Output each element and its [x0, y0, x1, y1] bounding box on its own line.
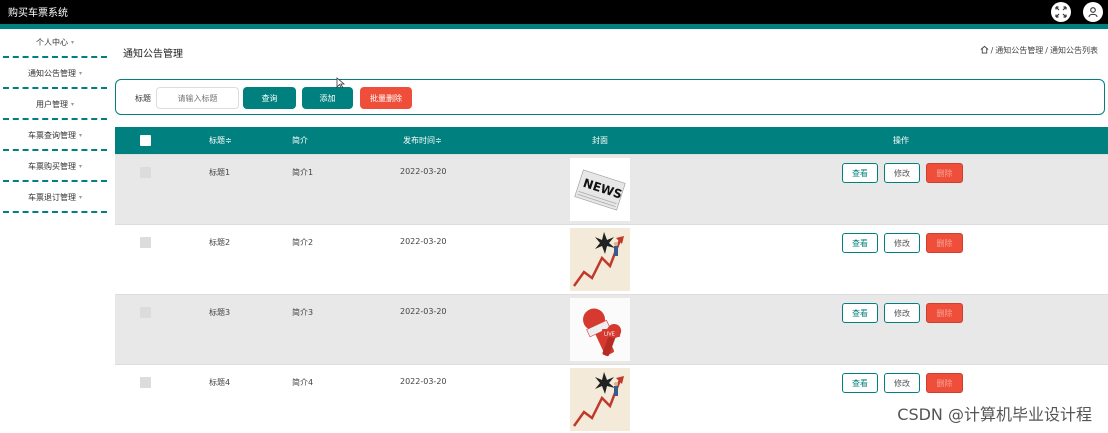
- cell-publish-date: 2022-03-20: [400, 167, 447, 176]
- title-filter-label: 标题: [135, 94, 151, 103]
- main-content: 通知公告管理 / 通知公告管理 / 通知公告列表 标题 查询 添加 批量删除 标…: [112, 29, 1108, 433]
- top-bar: 购买车票系统: [0, 0, 1108, 24]
- table-row: 标题3 简介3 2022-03-20 LIVE 查看 修改 删除: [115, 294, 1108, 364]
- sidebar-item-label: 用户管理: [35, 100, 68, 109]
- chevron-down-icon: ▾: [70, 39, 74, 46]
- breadcrumb-separator: /: [1045, 46, 1048, 55]
- row-checkbox[interactable]: [140, 237, 151, 248]
- column-header-title[interactable]: 标题≑: [209, 135, 232, 146]
- chevron-down-icon: ▾: [78, 132, 82, 139]
- table-row: 标题1 简介1 2022-03-20 NEWS 查看 修改 删除: [115, 154, 1108, 224]
- breadcrumb-item: 通知公告列表: [1050, 46, 1098, 55]
- cell-publish-date: 2022-03-20: [400, 377, 447, 386]
- app-title: 购买车票系统: [8, 8, 68, 19]
- sidebar-item-notice-management[interactable]: 通知公告管理 ▾: [3, 60, 107, 89]
- edit-button[interactable]: 修改: [884, 233, 920, 253]
- sidebar-item-ticket-query-management[interactable]: 车票查询管理 ▾: [3, 122, 107, 151]
- cell-intro: 简介4: [292, 378, 314, 387]
- cell-title: 标题2: [209, 238, 231, 247]
- edit-button[interactable]: 修改: [884, 163, 920, 183]
- user-avatar-icon[interactable]: [1083, 2, 1103, 22]
- view-button[interactable]: 查看: [842, 303, 878, 323]
- rising-arrow-chart-image: [570, 228, 630, 291]
- delete-button[interactable]: 删除: [926, 373, 963, 393]
- view-button[interactable]: 查看: [842, 373, 878, 393]
- cell-title: 标题1: [209, 168, 231, 177]
- title-search-input[interactable]: [156, 87, 239, 109]
- chevron-down-icon: ▾: [78, 194, 82, 201]
- news-newspaper-image: NEWS: [570, 158, 630, 221]
- sidebar-item-personal-center[interactable]: 个人中心 ▾: [3, 29, 107, 58]
- delete-button[interactable]: 删除: [926, 303, 963, 323]
- breadcrumb: / 通知公告管理 / 通知公告列表: [980, 45, 1098, 56]
- edit-button[interactable]: 修改: [884, 303, 920, 323]
- cell-title: 标题4: [209, 378, 231, 387]
- search-panel: 标题 查询 添加 批量删除: [115, 79, 1105, 115]
- chevron-down-icon: ▾: [78, 70, 82, 77]
- row-checkbox[interactable]: [140, 377, 151, 388]
- svg-text:LIVE: LIVE: [604, 332, 615, 338]
- column-header-intro: 简介: [292, 136, 308, 145]
- batch-delete-button[interactable]: 批量删除: [360, 87, 412, 109]
- sidebar-item-label: 车票购买管理: [27, 162, 76, 171]
- select-all-checkbox[interactable]: [140, 135, 151, 146]
- mouse-cursor-icon: [336, 77, 346, 89]
- column-header-publish-time[interactable]: 发布时间≑: [403, 135, 442, 146]
- home-icon[interactable]: [980, 45, 989, 56]
- delete-button[interactable]: 删除: [926, 233, 963, 253]
- sidebar-item-label: 车票查询管理: [27, 131, 76, 140]
- cell-title: 标题3: [209, 308, 231, 317]
- table-row: 标题2 简介2 2022-03-20 查看 修改 删除: [115, 224, 1108, 294]
- delete-button[interactable]: 删除: [926, 163, 963, 183]
- add-button[interactable]: 添加: [302, 87, 353, 109]
- edit-button[interactable]: 修改: [884, 373, 920, 393]
- sidebar-item-ticket-purchase-management[interactable]: 车票购买管理 ▾: [3, 153, 107, 182]
- row-checkbox[interactable]: [140, 167, 151, 178]
- sidebar-item-label: 个人中心: [35, 38, 68, 47]
- breadcrumb-separator: /: [990, 46, 994, 55]
- sidebar-item-user-management[interactable]: 用户管理 ▾: [3, 91, 107, 120]
- fullscreen-icon[interactable]: [1051, 2, 1071, 22]
- chevron-down-icon: ▾: [70, 101, 74, 108]
- query-button[interactable]: 查询: [243, 87, 296, 109]
- live-microphone-image: LIVE: [570, 298, 630, 361]
- table-header: 标题≑ 简介 发布时间≑ 封面 操作: [115, 127, 1108, 154]
- notice-table: 标题≑ 简介 发布时间≑ 封面 操作 标题1 简介1 2022-03-20 NE…: [115, 127, 1108, 433]
- sidebar-item-label: 通知公告管理: [27, 69, 76, 78]
- column-header-cover: 封面: [592, 136, 608, 145]
- cell-intro: 简介3: [292, 308, 314, 317]
- breadcrumb-item[interactable]: 通知公告管理: [995, 45, 1043, 56]
- view-button[interactable]: 查看: [842, 163, 878, 183]
- cell-intro: 简介1: [292, 168, 314, 177]
- sidebar-item-ticket-refund-management[interactable]: 车票退订管理 ▾: [3, 184, 107, 213]
- page-title: 通知公告管理: [123, 49, 183, 60]
- column-header-actions: 操作: [893, 136, 909, 145]
- cell-publish-date: 2022-03-20: [400, 307, 447, 316]
- watermark: CSDN @计算机毕业设计程: [897, 405, 1092, 424]
- chevron-down-icon: ▾: [78, 163, 82, 170]
- sidebar: 个人中心 ▾ 通知公告管理 ▾ 用户管理 ▾ 车票查询管理 ▾ 车票购买管理 ▾ 车票退订…: [0, 29, 112, 433]
- cell-publish-date: 2022-03-20: [400, 237, 447, 246]
- view-button[interactable]: 查看: [842, 233, 878, 253]
- cell-intro: 简介2: [292, 238, 314, 247]
- sidebar-item-label: 车票退订管理: [27, 193, 76, 202]
- rising-arrow-chart-image: [570, 368, 630, 431]
- row-checkbox[interactable]: [140, 307, 151, 318]
